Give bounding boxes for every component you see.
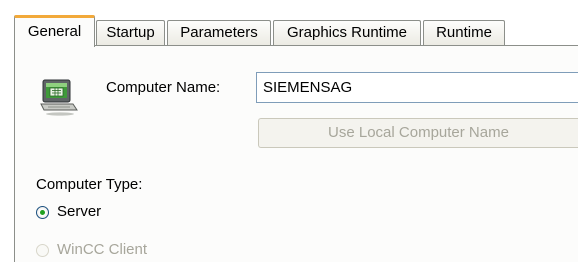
- tab-parameters[interactable]: Parameters: [167, 20, 271, 45]
- computer-type-label: Computer Type:: [36, 176, 143, 193]
- computer-name-field[interactable]: [256, 72, 578, 103]
- wincc-client-radio[interactable]: [36, 244, 49, 257]
- tab-graphics-runtime[interactable]: Graphics Runtime: [273, 20, 421, 45]
- tab-strip: General Startup Parameters Graphics Runt…: [0, 0, 578, 48]
- computer-icon: [40, 79, 78, 116]
- server-radio[interactable]: [36, 206, 49, 219]
- tab-general[interactable]: General: [14, 15, 95, 47]
- tab-runtime[interactable]: Runtime: [423, 20, 505, 45]
- computer-name-label: Computer Name:: [106, 79, 221, 96]
- use-local-computer-name-button[interactable]: Use Local Computer Name: [258, 118, 578, 148]
- wincc-client-option-label: WinCC Client: [57, 241, 148, 258]
- tab-startup[interactable]: Startup: [96, 20, 165, 45]
- radio-selected-dot: [40, 210, 45, 215]
- server-option-label: Server: [57, 203, 102, 220]
